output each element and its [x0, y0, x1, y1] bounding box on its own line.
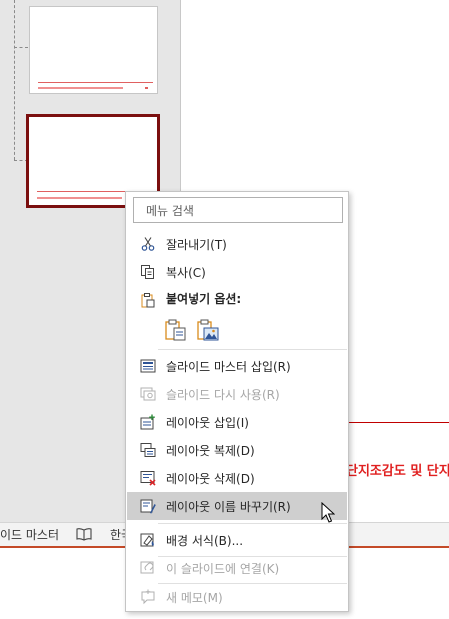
format-background-icon [140, 532, 156, 548]
new-comment-icon [140, 589, 156, 605]
menu-item-insert-slide-master[interactable]: 슬라이드 마스터 삽입(R) [127, 352, 347, 380]
menu-item-insert-layout[interactable]: 레이아웃 삽입(I) [127, 408, 347, 436]
paste-picture-icon[interactable] [196, 318, 220, 342]
menu-item-label: 레이아웃 복제(D) [166, 444, 255, 458]
thumbnail-footer-text [37, 197, 122, 199]
thumbnail-footer-text [38, 87, 123, 89]
slide-title-text[interactable]: 단지조감도 및 단지 [346, 460, 449, 479]
copy-icon [140, 264, 156, 280]
menu-item-duplicate-layout[interactable]: 레이아웃 복제(D) [127, 436, 347, 464]
menu-item-link-to-slide: 이 슬라이드에 연결(K) [127, 554, 347, 582]
scissors-icon [140, 236, 156, 252]
menu-item-reuse-slides: 슬라이드 다시 사용(R) [127, 380, 347, 408]
menu-item-label: 배경 서식(B)... [166, 534, 244, 548]
menu-separator [158, 523, 347, 524]
menu-item-label: 슬라이드 마스터 삽입(R) [166, 360, 291, 374]
layout-thumbnail[interactable] [29, 6, 158, 94]
slide-canvas-edge [348, 422, 449, 423]
status-view-label[interactable]: 이드 마스터 [0, 526, 59, 543]
menu-item-format-background[interactable]: 배경 서식(B)... [127, 526, 347, 554]
insert-slide-master-icon [140, 358, 156, 374]
thumbnail-page-number [145, 87, 148, 89]
rename-layout-icon [140, 498, 156, 514]
menu-item-label: 레이아웃 삽입(I) [166, 416, 249, 430]
reuse-slides-icon [140, 386, 156, 402]
paste-options-title: 붙여넣기 옵션: [166, 292, 242, 306]
menu-item-label: 복사(C) [166, 266, 206, 280]
thumbnail-footer-line [38, 82, 153, 83]
menu-item-label: 잘라내기(T) [166, 238, 227, 252]
layout-tree-line [14, 0, 15, 160]
menu-item-delete-layout[interactable]: 레이아웃 삭제(D) [127, 464, 347, 492]
layout-tree-connector [14, 47, 28, 48]
duplicate-layout-icon [140, 442, 156, 458]
menu-search-input[interactable]: 메뉴 검색 [133, 197, 343, 223]
paste-icon [140, 292, 156, 308]
menu-item-cut[interactable]: 잘라내기(T) [127, 230, 347, 258]
delete-layout-icon [140, 470, 156, 486]
link-slide-icon [140, 560, 156, 576]
menu-item-label: 레이아웃 이름 바꾸기(R) [166, 500, 291, 514]
menu-item-rename-layout[interactable]: 레이아웃 이름 바꾸기(R) [127, 492, 347, 520]
menu-item-copy[interactable]: 복사(C) [127, 258, 347, 286]
menu-separator [158, 349, 347, 350]
mouse-pointer-icon [321, 501, 336, 524]
menu-item-label: 레이아웃 삭제(D) [166, 472, 255, 486]
menu-item-label: 슬라이드 다시 사용(R) [166, 388, 280, 402]
paste-use-destination-theme-icon[interactable] [164, 318, 188, 342]
menu-item-label: 새 메모(M) [166, 591, 223, 605]
accessibility-book-icon[interactable] [76, 527, 92, 541]
menu-item-label: 이 슬라이드에 연결(K) [166, 562, 280, 576]
menu-item-new-comment: 새 메모(M) [127, 583, 347, 611]
insert-layout-icon [140, 414, 156, 430]
context-menu: 메뉴 검색 잘라내기(T) 복사(C) 붙여넣기 옵션: 슬라이드 마스터 삽입… [125, 191, 349, 612]
